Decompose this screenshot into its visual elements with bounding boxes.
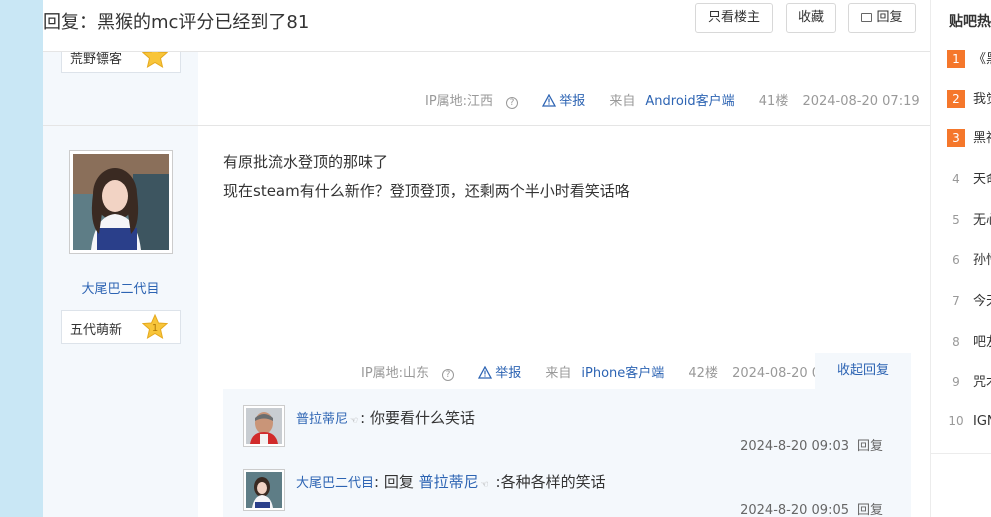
post-level-badge[interactable]: 五代萌新 1 bbox=[61, 310, 181, 344]
floor-number: 41楼 bbox=[758, 94, 789, 109]
topic-title: 《黑 bbox=[973, 52, 991, 67]
hot-topic-item[interactable]: 5 无心 bbox=[947, 209, 991, 228]
topic-title: 我觉 bbox=[973, 92, 991, 107]
rank-number: 10 bbox=[948, 414, 964, 428]
help-icon[interactable]: ? bbox=[442, 369, 455, 381]
thread-header: 回复：黑猴的mc评分已经到了81 只看楼主 收藏 回复 bbox=[43, 0, 930, 52]
sub-reply-footer: 2024-8-20 09:05 回复 bbox=[740, 499, 883, 517]
topic-title: 吧友 bbox=[973, 335, 991, 350]
hot-topic-item[interactable]: 3 黑神 bbox=[947, 127, 991, 147]
post-time: 2024-08-20 07:19 bbox=[802, 94, 920, 109]
post-content: 有原批流水登顶的那味了 现在steam有什么新作？登顶登顶，还剩两个半小时看笑话… bbox=[223, 148, 630, 206]
rank-number: 8 bbox=[952, 335, 960, 349]
sidebar-title: 贴吧热 bbox=[949, 14, 991, 30]
hot-topic-item[interactable]: 6 孙悟 bbox=[947, 249, 991, 268]
device-info: 来自 iPhone客户端 bbox=[545, 366, 665, 381]
sidebar-divider bbox=[931, 453, 991, 454]
only-op-button[interactable]: 只看楼主 bbox=[695, 3, 773, 33]
hot-topic-item[interactable]: 7 今天 bbox=[947, 290, 991, 309]
sub-reply-user[interactable]: 大尾巴二代目 bbox=[296, 476, 374, 491]
level-name: 五代萌新 bbox=[70, 323, 123, 338]
sub-reply-body: :各种各样的笑话 bbox=[495, 473, 606, 491]
post-meta: IP属地:山东? 举报 来自 iPhone客户端 42楼 2024-08-20 0… bbox=[361, 362, 859, 381]
sub-reply-reply-link[interactable]: 回复 bbox=[857, 503, 883, 517]
post-content-line: 现在steam有什么新作？登顶登顶，还剩两个半小时看笑话咯 bbox=[223, 182, 630, 200]
prev-post-meta: IP属地:江西? 举报 来自 Android客户端 41楼 2024-08-20 … bbox=[425, 90, 930, 109]
device-link[interactable]: iPhone客户端 bbox=[581, 366, 664, 381]
sub-reply-text: 普拉蒂尼 ☜: 你要看什么笑话 bbox=[296, 409, 475, 427]
pointer-hand-icon: ☜ bbox=[480, 480, 489, 490]
post-content-line: 有原批流水登顶的那味了 bbox=[223, 153, 389, 171]
topic-title: 天命 bbox=[973, 172, 991, 187]
ip-location: IP属地:江西? bbox=[425, 94, 528, 109]
topic-title: 无心 bbox=[973, 213, 991, 228]
sub-reply-list: 普拉蒂尼 ☜: 你要看什么笑话 2024-8-20 09:03 回复 大尾巴二代… bbox=[223, 389, 911, 517]
hot-topic-item[interactable]: 4 天命 bbox=[947, 168, 991, 187]
sub-reply-time: 2024-8-20 09:03 bbox=[740, 439, 849, 454]
hot-topics-sidebar: 贴吧热 1《黑 2我觉 3黑神 4天命 5无心 6孙悟 7今天 8吧友 9咒术 … bbox=[930, 0, 991, 517]
hot-topic-item[interactable]: 10 IGN bbox=[947, 412, 991, 430]
rank-number: 9 bbox=[952, 375, 960, 389]
sub-reply-time: 2024-8-20 09:05 bbox=[740, 503, 849, 517]
help-icon[interactable]: ? bbox=[506, 97, 519, 109]
ip-location: IP属地:山东? bbox=[361, 366, 464, 381]
sub-reply-text: 大尾巴二代目: 回复 普拉蒂尼 ☜ :各种各样的笑话 bbox=[296, 473, 606, 491]
report-link[interactable]: 举报 bbox=[478, 366, 531, 381]
rank-number: 5 bbox=[952, 213, 960, 227]
sub-reply-avatar[interactable] bbox=[243, 469, 285, 511]
rank-number: 4 bbox=[952, 172, 960, 186]
hot-topic-item[interactable]: 1 《黑 bbox=[947, 48, 991, 68]
sub-reply-target-user[interactable]: 普拉蒂尼 bbox=[419, 473, 479, 491]
comment-icon bbox=[861, 13, 873, 22]
thread-title: 回复：黑猴的mc评分已经到了81 bbox=[43, 12, 310, 33]
topic-title: 孙悟 bbox=[973, 253, 991, 268]
rank-number: 3 bbox=[947, 129, 965, 147]
topic-title: IGN bbox=[973, 414, 991, 429]
topic-title: 咒术 bbox=[973, 375, 991, 390]
thread-main: 荒野镖客 IP属地:江西? 举报 来自 Android客户端 41楼 2024-0… bbox=[43, 0, 930, 517]
report-link[interactable]: 举报 bbox=[542, 94, 595, 109]
post-author-name[interactable]: 大尾巴二代目 bbox=[43, 278, 198, 297]
hot-topic-item[interactable]: 9 咒术 bbox=[947, 371, 991, 390]
sub-reply-user[interactable]: 普拉蒂尼 bbox=[296, 412, 348, 427]
warning-icon bbox=[542, 94, 557, 107]
rank-number: 6 bbox=[952, 253, 960, 267]
device-info: 来自 Android客户端 bbox=[609, 94, 735, 109]
rank-number: 1 bbox=[947, 50, 965, 68]
pointer-hand-icon: ☜ bbox=[350, 416, 359, 426]
floor-number: 42楼 bbox=[688, 366, 718, 381]
sub-reply-body: 你要看什么笑话 bbox=[369, 409, 475, 427]
avatar-image bbox=[73, 154, 169, 250]
reply-button[interactable]: 回复 bbox=[848, 3, 916, 33]
topic-title: 今天 bbox=[973, 294, 991, 309]
warning-icon bbox=[478, 366, 493, 379]
sub-reply-reply-link[interactable]: 回复 bbox=[857, 439, 883, 454]
level-star-icon: 1 bbox=[141, 313, 169, 340]
collapse-replies-button[interactable]: 收起回复 bbox=[815, 353, 911, 389]
hot-topic-item[interactable]: 2 我觉 bbox=[947, 88, 991, 108]
level-number: 1 bbox=[152, 323, 158, 334]
sub-reply-footer: 2024-8-20 09:03 回复 bbox=[740, 435, 883, 454]
rank-number: 7 bbox=[952, 294, 960, 308]
hot-topic-item[interactable]: 8 吧友 bbox=[947, 331, 991, 350]
page-left-margin bbox=[0, 0, 43, 517]
topic-title: 黑神 bbox=[973, 131, 991, 146]
favorite-button[interactable]: 收藏 bbox=[786, 3, 836, 33]
user-avatar[interactable] bbox=[69, 150, 173, 254]
rank-number: 2 bbox=[947, 90, 965, 108]
device-link[interactable]: Android客户端 bbox=[645, 94, 734, 109]
sub-reply-avatar[interactable] bbox=[243, 405, 285, 447]
